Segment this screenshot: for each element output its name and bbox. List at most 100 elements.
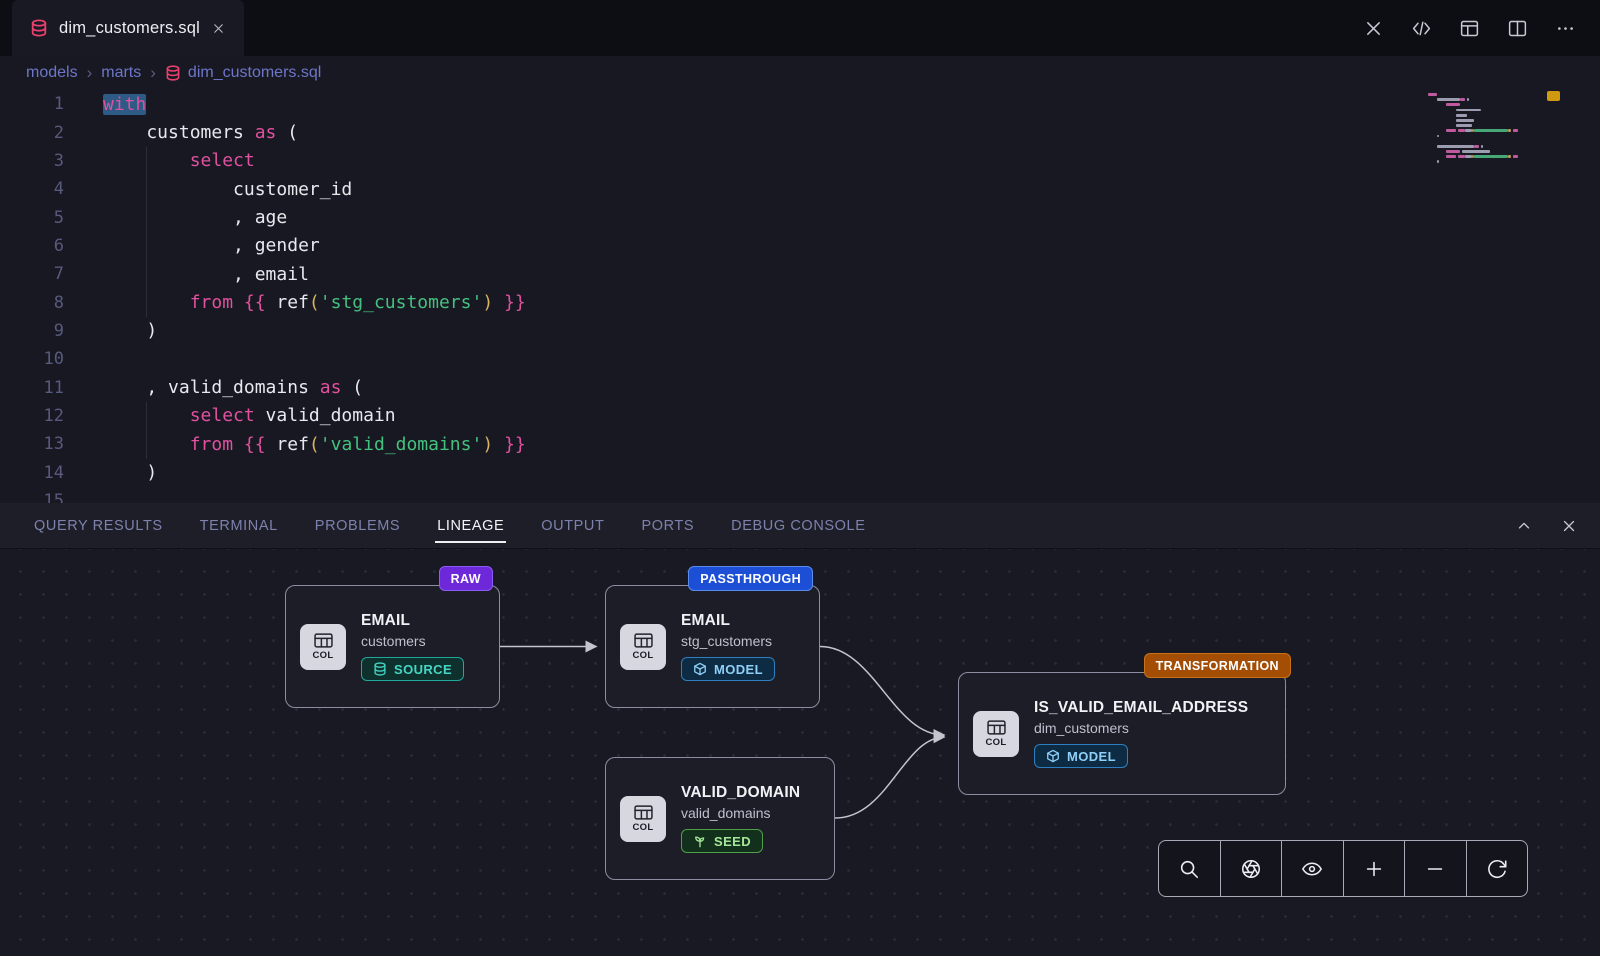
line-number: 5 — [0, 208, 64, 228]
star-x-icon[interactable] — [1363, 18, 1384, 39]
breadcrumb-item-models[interactable]: models — [26, 64, 78, 82]
breadcrumb-item-dim_customers-sql[interactable]: dim_customers.sql — [165, 64, 321, 82]
minimap-line — [1428, 109, 1528, 112]
minimap-line — [1428, 119, 1528, 122]
editor-tab-bar: dim_customers.sql — [0, 0, 1600, 56]
node-body: EMAILcustomersSOURCE — [361, 612, 464, 681]
code-icon[interactable] — [1411, 18, 1432, 39]
line-number: 6 — [0, 236, 64, 256]
code-line[interactable]: 8 from {{ ref('stg_customers') }} — [0, 288, 1600, 316]
node-subtitle: stg_customers — [681, 633, 775, 649]
indent-guide — [146, 147, 147, 317]
code-line[interactable]: 7 , email — [0, 260, 1600, 288]
close-icon[interactable] — [1560, 517, 1578, 535]
line-number: 4 — [0, 179, 64, 199]
code-line[interactable]: 6 , gender — [0, 232, 1600, 260]
panel-tab-debug-console[interactable]: DEBUG CONSOLE — [731, 518, 865, 534]
scrollbar-marker — [1547, 91, 1560, 101]
code-line[interactable]: 11 , valid_domains as ( — [0, 373, 1600, 401]
refresh-button[interactable] — [1467, 841, 1528, 896]
line-number: 2 — [0, 123, 64, 143]
minimap-line — [1428, 160, 1528, 163]
node-subtitle: dim_customers — [1034, 720, 1248, 736]
layout-icon[interactable] — [1459, 18, 1480, 39]
minimap[interactable] — [1428, 93, 1528, 171]
minimap-line — [1428, 129, 1528, 132]
minimap-line — [1428, 145, 1528, 148]
code-text: , email — [103, 264, 309, 285]
line-number: 11 — [0, 378, 64, 398]
column-icon: COL — [973, 711, 1019, 757]
minimap-line — [1428, 98, 1528, 101]
line-number: 15 — [0, 491, 64, 503]
line-number: 3 — [0, 151, 64, 171]
node-tag-raw: RAW — [439, 566, 493, 591]
search-button[interactable] — [1159, 841, 1221, 896]
panel-tab-output[interactable]: OUTPUT — [541, 518, 604, 534]
lineage-node-valid_domains[interactable]: COLVALID_DOMAINvalid_domainsSEED — [605, 757, 835, 880]
more-icon[interactable] — [1555, 18, 1576, 39]
code-line[interactable]: 3 select — [0, 147, 1600, 175]
code-line[interactable]: 1with — [0, 90, 1600, 118]
code-line[interactable]: 13 from {{ ref('valid_domains') }} — [0, 430, 1600, 458]
seed-icon — [693, 834, 707, 848]
panel-tab-ports[interactable]: PORTS — [641, 518, 694, 534]
line-number: 13 — [0, 434, 64, 454]
lineage-node-dim_customers[interactable]: TRANSFORMATIONCOLIS_VALID_EMAIL_ADDRESSd… — [958, 672, 1286, 795]
line-number: 9 — [0, 321, 64, 341]
minimap-line — [1428, 150, 1528, 153]
breadcrumb-item-marts[interactable]: marts — [101, 64, 141, 82]
node-badge-model[interactable]: MODEL — [1034, 744, 1128, 768]
plus-button[interactable] — [1344, 841, 1406, 896]
node-subtitle: customers — [361, 633, 464, 649]
code-line[interactable]: 15 — [0, 487, 1600, 503]
database-icon — [373, 662, 387, 676]
column-icon: COL — [300, 624, 346, 670]
line-number: 8 — [0, 293, 64, 313]
line-number: 14 — [0, 463, 64, 483]
line-number: 7 — [0, 264, 64, 284]
code-lines: 1with2 customers as (3 select4 customer_… — [0, 90, 1600, 503]
code-line[interactable]: 10 — [0, 345, 1600, 373]
panel-tab-problems[interactable]: PROBLEMS — [315, 518, 400, 534]
minimap-line — [1428, 166, 1528, 169]
tab-close-icon[interactable] — [211, 21, 226, 36]
code-text: customer_id — [103, 179, 352, 200]
node-title: IS_VALID_EMAIL_ADDRESS — [1034, 699, 1248, 717]
code-editor[interactable]: 1with2 customers as (3 select4 customer_… — [0, 90, 1600, 503]
code-text: , valid_domains as ( — [103, 377, 363, 398]
eye-button[interactable] — [1282, 841, 1344, 896]
aperture-button[interactable] — [1221, 841, 1283, 896]
node-badge-source[interactable]: SOURCE — [361, 657, 464, 681]
node-body: VALID_DOMAINvalid_domainsSEED — [681, 784, 800, 853]
code-line[interactable]: 9 ) — [0, 317, 1600, 345]
node-badge-seed[interactable]: SEED — [681, 829, 763, 853]
panel-tab-lineage[interactable]: LINEAGE — [437, 518, 504, 534]
code-line[interactable]: 2 customers as ( — [0, 118, 1600, 146]
code-line[interactable]: 14 ) — [0, 458, 1600, 486]
lineage-canvas[interactable]: RAWCOLEMAILcustomersSOURCEPASSTHROUGHCOL… — [0, 549, 1600, 956]
minus-button[interactable] — [1405, 841, 1467, 896]
tab-dim-customers-sql[interactable]: dim_customers.sql — [12, 0, 244, 56]
node-badge-model[interactable]: MODEL — [681, 657, 775, 681]
code-text: select — [103, 150, 255, 171]
panel-tab-bar: QUERY RESULTS TERMINAL PROBLEMS LINEAGE OUTP… — [0, 503, 1600, 549]
database-icon — [30, 19, 48, 37]
chevron-up-icon[interactable] — [1515, 517, 1533, 535]
node-subtitle: valid_domains — [681, 805, 800, 821]
lineage-node-stg_customers[interactable]: PASSTHROUGHCOLEMAILstg_customersMODEL — [605, 585, 820, 708]
lineage-toolbar — [1158, 840, 1528, 897]
panel-tab-terminal[interactable]: TERMINAL — [200, 518, 278, 534]
split-editor-icon[interactable] — [1507, 18, 1528, 39]
column-icon: COL — [620, 796, 666, 842]
node-body: IS_VALID_EMAIL_ADDRESS dim_customers MODEL — [1034, 699, 1248, 768]
line-number: 10 — [0, 349, 64, 369]
cube-icon — [1046, 749, 1060, 763]
code-line[interactable]: 4 customer_id — [0, 175, 1600, 203]
lineage-node-customers[interactable]: RAWCOLEMAILcustomersSOURCE — [285, 585, 500, 708]
line-number: 1 — [0, 94, 64, 114]
code-line[interactable]: 5 , age — [0, 203, 1600, 231]
code-line[interactable]: 12 select valid_domain — [0, 402, 1600, 430]
panel-tab-query-results[interactable]: QUERY RESULTS — [34, 518, 163, 534]
code-text: from {{ ref('valid_domains') }} — [103, 434, 526, 455]
